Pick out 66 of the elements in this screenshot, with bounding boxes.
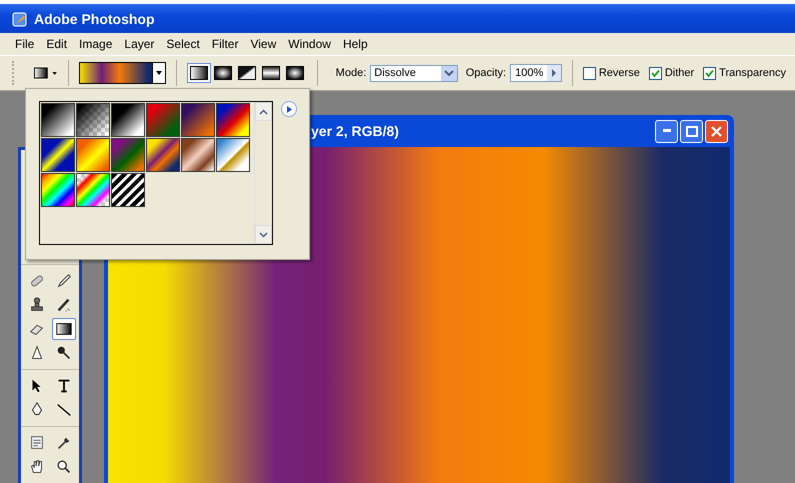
gradient-swatch[interactable]	[216, 138, 250, 172]
window-title: Adobe Photoshop	[34, 10, 155, 26]
document-title: yer 2, RGB/8)	[311, 123, 399, 139]
gradient-type-button[interactable]	[186, 63, 211, 83]
pencil-icon	[54, 272, 72, 290]
gradient-icon	[54, 320, 72, 338]
maximize-button[interactable]	[680, 120, 703, 142]
menu-item[interactable]: Window	[288, 37, 331, 51]
minimize-button[interactable]	[655, 120, 678, 142]
checkbox[interactable]	[703, 66, 716, 80]
maximize-icon	[686, 126, 698, 136]
menu-item[interactable]: Select	[166, 37, 200, 51]
scroll-up-button[interactable]	[255, 102, 272, 121]
diamond-gradient-icon	[286, 66, 304, 80]
panel-menu-button[interactable]	[281, 101, 297, 117]
chevron-up-icon	[259, 108, 268, 114]
mode-label: Mode:	[336, 67, 366, 79]
menu-item[interactable]: Filter	[212, 37, 238, 51]
arrow-right-icon[interactable]	[546, 65, 561, 81]
check-icon	[705, 68, 714, 78]
gradient-swatch[interactable]	[216, 103, 250, 137]
menu-item[interactable]: Edit	[46, 37, 68, 51]
menu-item[interactable]: Help	[342, 37, 368, 51]
checkbox[interactable]	[582, 66, 596, 80]
zoom-icon	[54, 458, 72, 476]
close-icon	[711, 126, 722, 136]
radial-gradient-icon	[214, 66, 232, 80]
opacity-label: Opacity:	[466, 67, 506, 79]
gradient-swatch[interactable]	[41, 103, 75, 137]
angle-gradient-icon	[238, 66, 256, 80]
opacity-field[interactable]: 100%	[510, 64, 562, 82]
gradient-swatch[interactable]	[146, 138, 180, 172]
gradient-swatch[interactable]	[111, 173, 145, 207]
gradient-swatch[interactable]	[41, 138, 75, 172]
gradient-swatch[interactable]	[76, 173, 110, 207]
tool-button[interactable]	[52, 318, 76, 340]
gradient-swatch[interactable]	[181, 103, 215, 137]
mode-select[interactable]: Dissolve	[370, 64, 458, 82]
checkbox-label: Reverse	[598, 67, 640, 79]
gradient-swatch[interactable]	[146, 103, 180, 137]
menu-item[interactable]: View	[250, 37, 276, 51]
menu-item[interactable]: File	[15, 37, 34, 51]
gradient-picker[interactable]	[78, 62, 166, 84]
chevron-down-icon	[259, 232, 268, 238]
gradient-swatch[interactable]	[76, 138, 110, 172]
checkbox-label: Transparency	[719, 67, 786, 79]
menu-item[interactable]: Image	[79, 37, 112, 51]
linear-gradient-icon	[190, 66, 208, 80]
scroll-down-button[interactable]	[255, 225, 272, 244]
gradient-swatch[interactable]	[41, 173, 75, 207]
checkbox[interactable]	[648, 66, 662, 80]
check-icon	[650, 68, 660, 78]
chevron-down-icon	[440, 66, 457, 80]
close-button[interactable]	[705, 120, 728, 142]
gradient-swatch[interactable]	[111, 138, 145, 172]
caret-icon	[156, 71, 162, 75]
reflected-gradient-icon	[262, 66, 280, 80]
gradient-swatch[interactable]	[76, 103, 110, 137]
tool-preset-icon[interactable]	[34, 67, 58, 79]
checkbox-label: Dither	[664, 67, 694, 79]
gradient-swatch[interactable]	[181, 138, 215, 172]
line-icon	[54, 401, 72, 419]
minimize-icon	[662, 129, 670, 133]
play-icon	[286, 106, 292, 112]
menu-item[interactable]: Layer	[124, 37, 154, 51]
gradient-swatch[interactable]	[111, 103, 145, 137]
